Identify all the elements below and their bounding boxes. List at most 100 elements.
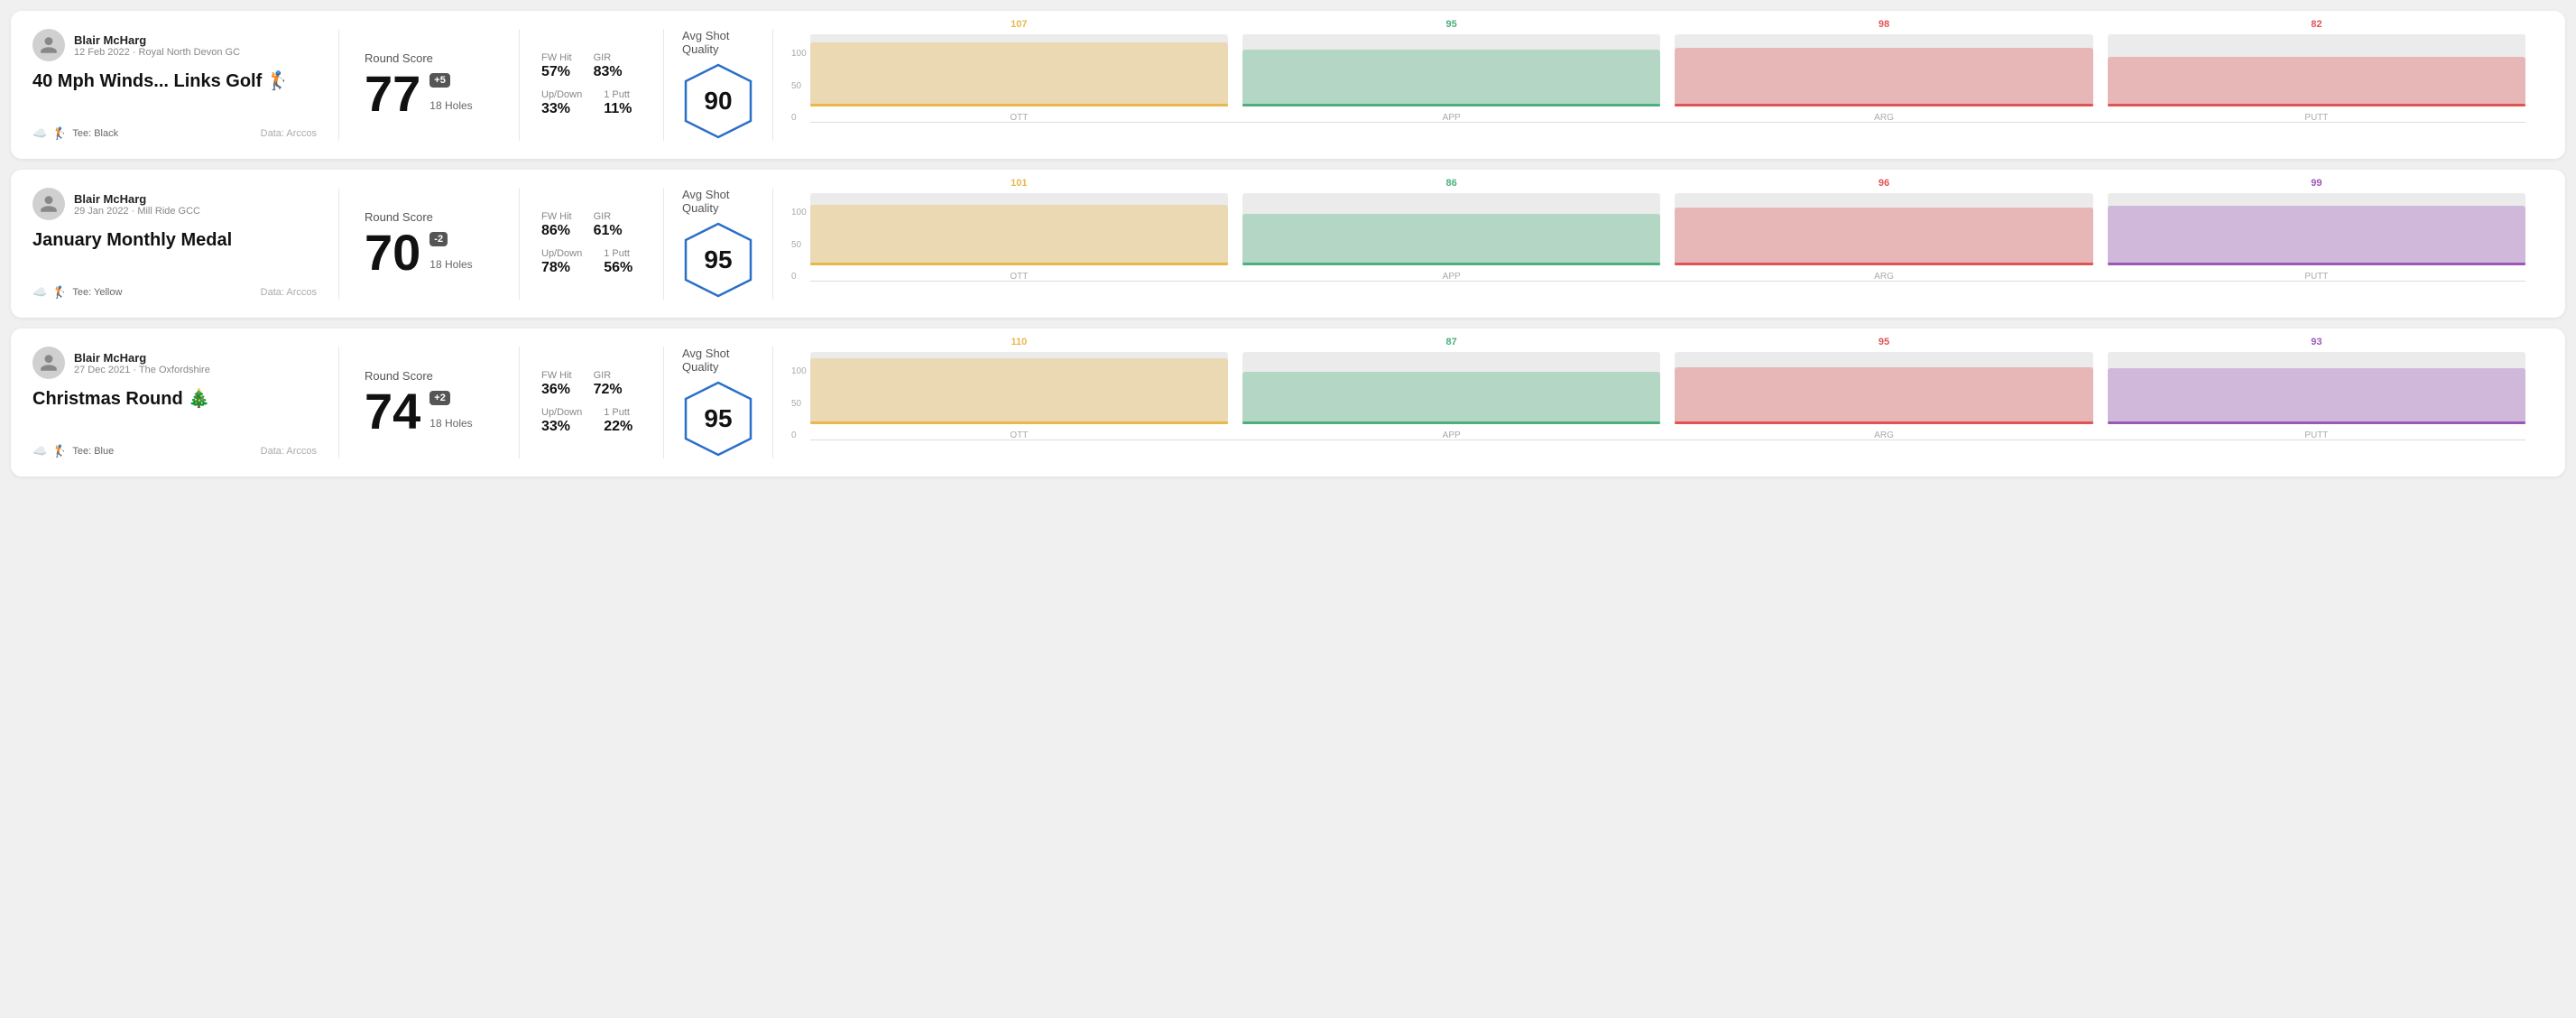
bar-wrapper: [1675, 193, 2092, 265]
holes-label: 18 Holes: [429, 258, 472, 271]
chart-bar-group: 107 OTT: [810, 19, 1228, 123]
one-putt-label: 1 Putt: [604, 248, 632, 259]
tee-info: ☁️ 🏌 Tee: Yellow: [32, 285, 122, 300]
bar-wrapper: [810, 352, 1228, 424]
user-date: 12 Feb 2022 · Royal North Devon GC: [74, 47, 240, 58]
chart-bar-group: 110 OTT: [810, 337, 1228, 440]
gir-label: GIR: [594, 211, 623, 222]
bar-fill: [810, 205, 1228, 265]
tee-info: ☁️ 🏌 Tee: Black: [32, 126, 118, 141]
score-row: 70 -2 18 Holes: [365, 227, 494, 278]
user-date: 27 Dec 2021 · The Oxfordshire: [74, 365, 210, 375]
bar-accent: [1675, 263, 2092, 265]
bar-wrapper: [2108, 34, 2525, 106]
card-footer: ☁️ 🏌 Tee: Blue Data: Arccos: [32, 435, 317, 458]
tee-label: Tee: Yellow: [72, 287, 122, 298]
bar-accent: [2108, 104, 2525, 106]
bar-value: 98: [1879, 19, 1889, 30]
y-50: 50: [791, 81, 807, 91]
bar-accent: [810, 104, 1228, 106]
stat-gir: GIR 72%: [594, 370, 623, 398]
chart-bar-group: 99 PUTT: [2108, 178, 2525, 282]
bar-fill: [1675, 367, 2092, 424]
card-middle: Round Score 77 +5 18 Holes: [339, 29, 520, 141]
chart-bar-group: 101 OTT: [810, 178, 1228, 282]
score-row: 74 +2 18 Holes: [365, 386, 494, 437]
round-score-label: Round Score: [365, 369, 494, 383]
card-stats: FW Hit 36% GIR 72% Up/Down 33% 1 Putt 22…: [520, 347, 664, 458]
bar-wrapper: [1675, 34, 2092, 106]
round-card: Blair McHarg 12 Feb 2022 · Royal North D…: [11, 11, 2565, 159]
bars-container: 110 OTT 87 APP 95 ARG 93: [810, 348, 2525, 457]
card-quality: Avg Shot Quality 95: [664, 188, 773, 300]
bar-fill: [1675, 48, 2092, 106]
score-number: 77: [365, 69, 420, 119]
bar-value: 86: [1446, 178, 1457, 189]
stat-row-bottom: Up/Down 78% 1 Putt 56%: [541, 248, 642, 276]
chart-area: 100 50 0 101 OTT 86 APP: [791, 190, 2525, 298]
bars-container: 101 OTT 86 APP 96 ARG 99: [810, 190, 2525, 298]
card-left: Blair McHarg 27 Dec 2021 · The Oxfordshi…: [32, 347, 339, 458]
card-stats: FW Hit 86% GIR 61% Up/Down 78% 1 Putt 56…: [520, 188, 664, 300]
card-chart: 100 50 0 107 OTT 95 APP: [773, 29, 2544, 141]
bar-accent: [810, 263, 1228, 265]
bar-wrapper: [810, 34, 1228, 106]
chart-y-axis: 100 50 0: [791, 49, 807, 139]
user-name: Blair McHarg: [74, 351, 210, 365]
y-0: 0: [791, 430, 807, 440]
user-row: Blair McHarg 12 Feb 2022 · Royal North D…: [32, 29, 317, 61]
card-quality: Avg Shot Quality 95: [664, 347, 773, 458]
user-name: Blair McHarg: [74, 192, 200, 206]
bar-accent: [1675, 104, 2092, 106]
weather-icon: ☁️: [32, 444, 47, 458]
baseline: [810, 281, 2525, 282]
user-date: 29 Jan 2022 · Mill Ride GCC: [74, 206, 200, 217]
bar-value: 87: [1446, 337, 1457, 347]
y-100: 100: [791, 208, 807, 217]
bar-fill: [810, 42, 1228, 106]
card-footer: ☁️ 🏌 Tee: Black Data: Arccos: [32, 117, 317, 141]
bar-accent: [1242, 104, 1660, 106]
up-down-label: Up/Down: [541, 89, 582, 100]
tee-label: Tee: Blue: [72, 446, 114, 457]
round-card: Blair McHarg 29 Jan 2022 · Mill Ride GCC…: [11, 170, 2565, 318]
card-left: Blair McHarg 29 Jan 2022 · Mill Ride GCC…: [32, 188, 339, 300]
stat-row-bottom: Up/Down 33% 1 Putt 22%: [541, 407, 642, 435]
quality-label: Avg Shot Quality: [682, 347, 754, 374]
chart-y-axis: 100 50 0: [791, 208, 807, 298]
data-source: Data: Arccos: [261, 446, 317, 457]
user-name: Blair McHarg: [74, 33, 240, 47]
fw-hit-value: 36%: [541, 382, 572, 398]
chart-area: 100 50 0 110 OTT 87 APP: [791, 348, 2525, 457]
gir-value: 72%: [594, 382, 623, 398]
bar-fill: [1242, 372, 1660, 424]
user-row: Blair McHarg 27 Dec 2021 · The Oxfordshi…: [32, 347, 317, 379]
quality-score: 95: [704, 245, 732, 274]
bar-wrapper: [2108, 352, 2525, 424]
chart-area: 100 50 0 107 OTT 95 APP: [791, 31, 2525, 139]
round-title: 40 Mph Winds... Links Golf 🏌: [32, 70, 317, 92]
chart-bar-group: 96 ARG: [1675, 178, 2092, 282]
stat-row-top: FW Hit 86% GIR 61%: [541, 211, 642, 239]
quality-label: Avg Shot Quality: [682, 29, 754, 56]
gir-value: 61%: [594, 223, 623, 239]
bag-icon: 🏌: [52, 126, 67, 141]
one-putt-label: 1 Putt: [604, 89, 632, 100]
one-putt-value: 11%: [604, 101, 632, 117]
bar-value: 96: [1879, 178, 1889, 189]
hexagon-container: 95: [682, 220, 754, 300]
bar-fill: [1242, 50, 1660, 106]
user-info: Blair McHarg 27 Dec 2021 · The Oxfordshi…: [74, 351, 210, 375]
hexagon-container: 90: [682, 61, 754, 141]
data-source: Data: Arccos: [261, 287, 317, 298]
stat-fw-hit: FW Hit 86%: [541, 211, 572, 239]
avatar: [32, 29, 65, 61]
y-0: 0: [791, 272, 807, 282]
up-down-value: 78%: [541, 260, 582, 276]
bar-value: 110: [1011, 337, 1027, 347]
data-source: Data: Arccos: [261, 128, 317, 139]
score-badge: -2: [429, 232, 448, 246]
stat-one-putt: 1 Putt 56%: [604, 248, 632, 276]
bar-accent: [1242, 263, 1660, 265]
weather-icon: ☁️: [32, 285, 47, 300]
